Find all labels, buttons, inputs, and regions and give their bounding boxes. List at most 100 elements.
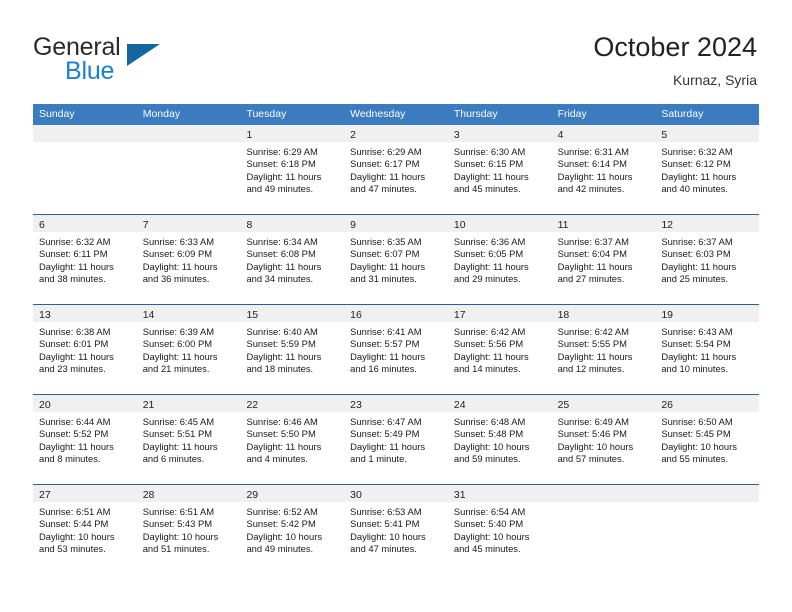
day-cell-8[interactable]: 8 Sunrise: 6:34 AM Sunset: 6:08 PM Daylight… (240, 215, 345, 304)
day-cell-13[interactable]: 13 Sunrise: 6:38 AM Sunset: 6:01 PM Dayligh… (33, 305, 137, 394)
day-detail-line: and 16 minutes. (350, 363, 417, 375)
day-cell-15[interactable]: 15 Sunrise: 6:40 AM Sunset: 5:59 PM Dayligh… (240, 305, 345, 394)
page-header: General Blue October 2024 Kurnaz, Syria (0, 0, 792, 100)
day-cell-18[interactable]: 18 Sunrise: 6:42 AM Sunset: 5:55 PM Dayligh… (551, 305, 656, 394)
day-details: Sunrise: 6:34 AM Sunset: 6:08 PM Daylight:… (240, 232, 344, 286)
day-cell-1[interactable]: 1 Sunrise: 6:29 AM Sunset: 6:18 PM Daylight… (240, 125, 345, 214)
day-cell-14[interactable]: 14 Sunrise: 6:39 AM Sunset: 6:00 PM Dayligh… (136, 305, 241, 394)
day-number: 28 (142, 489, 155, 501)
day-number: 15 (246, 309, 259, 321)
day-cell-5[interactable]: 5 Sunrise: 6:32 AM Sunset: 6:12 PM Daylight… (655, 125, 760, 214)
day-cell-12[interactable]: 12 Sunrise: 6:37 AM Sunset: 6:03 PM Dayligh… (655, 215, 760, 304)
day-cell-22[interactable]: 22 Sunrise: 6:46 AM Sunset: 5:50 PM Dayligh… (240, 395, 345, 484)
day-cell-10[interactable]: 10 Sunrise: 6:36 AM Sunset: 6:05 PM Dayligh… (447, 215, 552, 304)
day-cell-17[interactable]: 17 Sunrise: 6:42 AM Sunset: 5:56 PM Dayligh… (447, 305, 552, 394)
day-details: Sunrise: 6:32 AM Sunset: 6:11 PM Daylight:… (33, 232, 137, 286)
day-detail-line: Sunset: 5:49 PM (350, 428, 420, 440)
day-cell-20[interactable]: 20 Sunrise: 6:44 AM Sunset: 5:52 PM Dayligh… (33, 395, 137, 484)
day-cell-27[interactable]: 27 Sunrise: 6:51 AM Sunset: 5:44 PM Dayligh… (33, 485, 137, 574)
day-detail-line: and 45 minutes. (453, 543, 521, 555)
day-detail-line: Sunset: 6:08 PM (246, 248, 316, 260)
day-detail-line: Daylight: 11 hours (39, 260, 114, 272)
day-detail-line: Daylight: 11 hours (39, 440, 114, 452)
day-details: Sunrise: 6:36 AM Sunset: 6:05 PM Daylight:… (448, 232, 552, 286)
day-detail-line: Daylight: 11 hours (142, 260, 218, 272)
day-detail-line: Sunrise: 6:37 AM (557, 236, 629, 247)
day-cell-empty (655, 485, 760, 574)
day-number-band: 20 (33, 395, 137, 412)
day-detail-line: Daylight: 10 hours (557, 440, 634, 452)
brand-logo[interactable]: General Blue (33, 33, 263, 89)
day-cell-empty (33, 125, 137, 214)
day-detail-line: Sunrise: 6:41 AM (350, 326, 422, 337)
day-detail-line: Daylight: 11 hours (246, 260, 322, 272)
day-detail-line: Sunset: 5:57 PM (350, 338, 420, 350)
day-number: 23 (350, 399, 362, 411)
day-detail-line: Sunrise: 6:51 AM (142, 506, 215, 517)
day-number-band: 25 (551, 395, 656, 412)
day-number-band (33, 125, 137, 142)
day-detail-line: Sunrise: 6:39 AM (142, 326, 215, 337)
weekday-header-row: Sunday Monday Tuesday Wednesday Thursday Frid… (33, 104, 759, 125)
day-detail-line: and 14 minutes. (453, 363, 521, 375)
day-cell-23[interactable]: 23 Sunrise: 6:47 AM Sunset: 5:49 PM Dayligh… (344, 395, 448, 484)
calendar-week-row: 13 Sunrise: 6:38 AM Sunset: 6:01 PM Dayligh… (33, 304, 760, 394)
weekday-header-sunday: Sunday (39, 108, 75, 120)
day-detail-line: Sunset: 5:45 PM (661, 428, 731, 440)
day-detail-line: and 6 minutes. (142, 453, 205, 465)
day-detail-line: Sunset: 6:17 PM (350, 158, 420, 170)
calendar-week-row: 1 Sunrise: 6:29 AM Sunset: 6:18 PM Daylight… (33, 125, 760, 214)
day-detail-line: Sunrise: 6:32 AM (39, 236, 111, 247)
day-detail-line: and 59 minutes. (453, 453, 521, 465)
day-detail-line: Sunset: 5:55 PM (557, 338, 627, 350)
day-details: Sunrise: 6:29 AM Sunset: 6:17 PM Daylight:… (344, 142, 448, 196)
day-number-band: 22 (240, 395, 345, 412)
day-cell-6[interactable]: 6 Sunrise: 6:32 AM Sunset: 6:11 PM Daylight… (33, 215, 137, 304)
day-cell-29[interactable]: 29 Sunrise: 6:52 AM Sunset: 5:42 PM Dayligh… (240, 485, 345, 574)
day-cell-11[interactable]: 11 Sunrise: 6:37 AM Sunset: 6:04 PM Dayligh… (551, 215, 656, 304)
day-cell-31[interactable]: 31 Sunrise: 6:54 AM Sunset: 5:40 PM Dayligh… (447, 485, 552, 574)
day-detail-line: Sunset: 6:15 PM (453, 158, 524, 170)
calendar-page: General Blue October 2024 Kurnaz, Syria … (0, 0, 792, 612)
day-details: Sunrise: 6:53 AM Sunset: 5:41 PM Daylight:… (344, 502, 448, 556)
calendar-week-row: 6 Sunrise: 6:32 AM Sunset: 6:11 PM Daylight… (33, 214, 760, 304)
day-cell-24[interactable]: 24 Sunrise: 6:48 AM Sunset: 5:48 PM Dayligh… (447, 395, 552, 484)
day-detail-line: Daylight: 11 hours (246, 350, 322, 362)
day-cell-4[interactable]: 4 Sunrise: 6:31 AM Sunset: 6:14 PM Daylight… (551, 125, 656, 214)
day-number-band: 12 (655, 215, 760, 232)
day-detail-line: and 21 minutes. (142, 363, 210, 375)
day-cell-28[interactable]: 28 Sunrise: 6:51 AM Sunset: 5:43 PM Dayligh… (136, 485, 241, 574)
day-number-band: 6 (33, 215, 137, 232)
day-cell-7[interactable]: 7 Sunrise: 6:33 AM Sunset: 6:09 PM Daylight… (136, 215, 241, 304)
day-detail-line: and 27 minutes. (557, 273, 625, 285)
day-detail-line: and 57 minutes. (557, 453, 625, 465)
day-number: 25 (557, 399, 570, 411)
day-details: Sunrise: 6:45 AM Sunset: 5:51 PM Daylight:… (137, 412, 241, 466)
day-cell-21[interactable]: 21 Sunrise: 6:45 AM Sunset: 5:51 PM Dayligh… (136, 395, 241, 484)
day-cell-16[interactable]: 16 Sunrise: 6:41 AM Sunset: 5:57 PM Dayligh… (344, 305, 448, 394)
day-detail-line: Daylight: 11 hours (350, 440, 426, 452)
day-detail-line: Sunset: 6:01 PM (39, 338, 109, 350)
day-number: 29 (246, 489, 259, 501)
day-cell-3[interactable]: 3 Sunrise: 6:30 AM Sunset: 6:15 PM Daylight… (447, 125, 552, 214)
weekday-header-wednesday: Wednesday (350, 108, 406, 120)
day-number-band: 21 (136, 395, 241, 412)
day-cell-25[interactable]: 25 Sunrise: 6:49 AM Sunset: 5:46 PM Dayligh… (551, 395, 656, 484)
day-detail-line: Sunrise: 6:49 AM (557, 416, 629, 427)
day-cell-19[interactable]: 19 Sunrise: 6:43 AM Sunset: 5:54 PM Dayligh… (655, 305, 760, 394)
day-number: 18 (557, 309, 570, 321)
day-cell-30[interactable]: 30 Sunrise: 6:53 AM Sunset: 5:41 PM Dayligh… (344, 485, 448, 574)
day-cell-2[interactable]: 2 Sunrise: 6:29 AM Sunset: 6:17 PM Daylight… (344, 125, 448, 214)
day-number: 2 (350, 129, 356, 141)
day-detail-line: Sunrise: 6:42 AM (453, 326, 526, 337)
day-number: 1 (246, 129, 253, 141)
day-number-band: 26 (655, 395, 760, 412)
day-detail-line: and 53 minutes. (39, 543, 106, 555)
day-details: Sunrise: 6:41 AM Sunset: 5:57 PM Daylight:… (344, 322, 448, 376)
day-cell-empty (551, 485, 656, 574)
page-title: October 2024 (593, 32, 757, 62)
day-detail-line: Sunrise: 6:53 AM (350, 506, 422, 517)
day-cell-9[interactable]: 9 Sunrise: 6:35 AM Sunset: 6:07 PM Daylight… (344, 215, 448, 304)
day-number: 4 (557, 129, 564, 141)
day-cell-26[interactable]: 26 Sunrise: 6:50 AM Sunset: 5:45 PM Dayligh… (655, 395, 760, 484)
